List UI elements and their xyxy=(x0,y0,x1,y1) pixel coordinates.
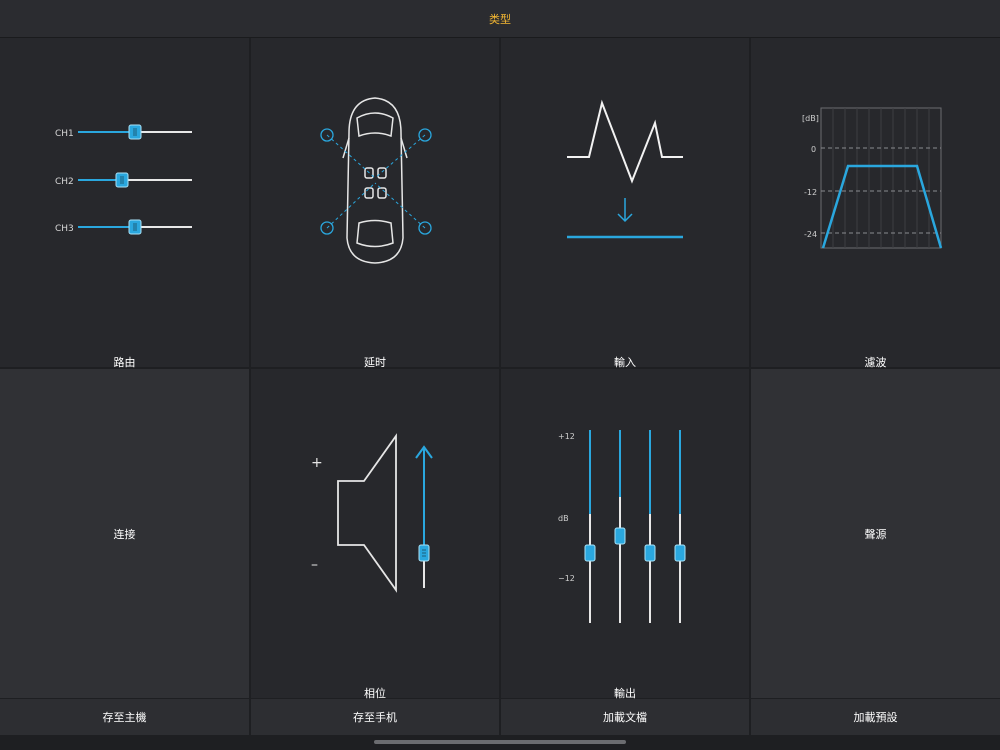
tile-input-label: 輸入 xyxy=(614,356,636,369)
tile-phase[interactable]: + – 相位 xyxy=(251,369,499,700)
save-to-host-button[interactable]: 存至主機 xyxy=(0,699,249,735)
page-title: 类型 xyxy=(489,12,511,26)
tile-connect[interactable]: 连接 xyxy=(0,369,249,698)
tile-routing-label: 路由 xyxy=(113,356,136,369)
ch1-label: CH1 xyxy=(55,129,74,139)
phase-minus: – xyxy=(311,557,318,573)
filter-response-icon: [dB] 0 -12 -24 xyxy=(802,107,943,249)
phase-plus: + xyxy=(311,455,323,471)
save-to-phone-button[interactable]: 存至手机 xyxy=(251,699,499,735)
car-speakers-icon xyxy=(320,97,432,264)
title-bar: 类型 xyxy=(0,0,1000,38)
bottom-action-bar: 存至主機 存至手机 加載文檔 加載預設 xyxy=(0,699,1000,735)
tile-filter[interactable]: [dB] 0 -12 -24 濾波 xyxy=(751,38,1000,369)
filter-tick-0: 0 xyxy=(811,145,816,154)
output-mid-label: dB xyxy=(558,514,569,523)
tile-source[interactable]: 聲源 xyxy=(751,369,1000,698)
filter-unit: [dB] xyxy=(802,114,819,123)
ch3-label: CH3 xyxy=(55,224,74,234)
output-fader-1[interactable] xyxy=(584,544,596,562)
tile-output[interactable]: +12 dB −12 輸出 xyxy=(501,369,749,700)
input-waveform-icon xyxy=(567,99,683,239)
routing-sliders-icon: CH1 CH2 CH3 xyxy=(55,124,192,235)
ch2-slider-thumb[interactable] xyxy=(115,172,129,188)
load-file-button[interactable]: 加載文檔 xyxy=(501,699,749,735)
ch1-slider-thumb[interactable] xyxy=(128,124,142,140)
home-indicator[interactable] xyxy=(374,740,626,744)
ch2-label: CH2 xyxy=(55,177,74,187)
output-fader-2[interactable] xyxy=(614,527,626,545)
tile-routing[interactable]: CH1 CH2 CH3 路由 xyxy=(0,38,249,369)
phase-speaker-icon: + – xyxy=(311,433,433,593)
ch3-slider-thumb[interactable] xyxy=(128,219,142,235)
output-fader-4[interactable] xyxy=(674,544,686,562)
function-grid: CH1 CH2 CH3 路由 延时 輸入 [dB] 0 -12 -24 濾波 连… xyxy=(0,38,1000,700)
output-top-label: +12 xyxy=(558,432,575,441)
filter-tick-12: -12 xyxy=(804,188,817,197)
tile-delay[interactable]: 延时 xyxy=(251,38,499,369)
tile-delay-label: 延时 xyxy=(364,356,386,369)
tile-input[interactable]: 輸入 xyxy=(501,38,749,369)
output-bottom-label: −12 xyxy=(558,574,575,583)
tile-source-label: 聲源 xyxy=(864,528,887,541)
filter-tick-24: -24 xyxy=(804,230,817,239)
tile-filter-label: 濾波 xyxy=(864,356,887,369)
tile-connect-label: 连接 xyxy=(113,528,136,541)
output-faders-icon: +12 dB −12 xyxy=(558,430,686,623)
output-fader-3[interactable] xyxy=(644,544,656,562)
load-preset-button[interactable]: 加載預設 xyxy=(751,699,1000,735)
